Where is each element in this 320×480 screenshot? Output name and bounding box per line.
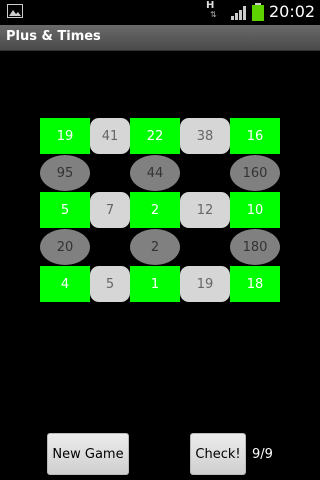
number-cell[interactable]: 10: [230, 192, 280, 228]
new-game-button[interactable]: New Game: [47, 433, 129, 475]
number-cell[interactable]: 16: [230, 118, 280, 154]
battery-icon: [252, 3, 264, 21]
number-cell[interactable]: 4: [40, 266, 90, 302]
number-cell[interactable]: 18: [230, 266, 280, 302]
product-cell: 2: [130, 229, 180, 265]
sum-cell: 19: [180, 266, 230, 302]
sum-cell: 7: [90, 192, 130, 228]
score-label: 9/9: [252, 447, 273, 462]
product-cell: 20: [40, 229, 90, 265]
app-title-bar: Plus & Times: [0, 25, 320, 51]
product-cell: 180: [230, 229, 280, 265]
image-icon: [7, 4, 23, 18]
product-cell: 44: [130, 155, 180, 191]
sum-cell: 5: [90, 266, 130, 302]
number-cell[interactable]: 1: [130, 266, 180, 302]
product-cell: 95: [40, 155, 90, 191]
sum-cell: 41: [90, 118, 130, 154]
number-cell[interactable]: 5: [40, 192, 90, 228]
number-cell[interactable]: 22: [130, 118, 180, 154]
network-activity-icon: ⇅: [210, 10, 217, 19]
number-cell[interactable]: 19: [40, 118, 90, 154]
product-cell: 160: [230, 155, 280, 191]
app-title: Plus & Times: [6, 29, 101, 44]
sum-cell: 38: [180, 118, 230, 154]
sum-cell: 12: [180, 192, 230, 228]
signal-icon: [231, 6, 246, 20]
check-button[interactable]: Check!: [190, 433, 246, 475]
number-cell[interactable]: 2: [130, 192, 180, 228]
status-bar: H ⇅ 20:02: [0, 0, 320, 25]
status-clock: 20:02: [269, 2, 316, 21]
